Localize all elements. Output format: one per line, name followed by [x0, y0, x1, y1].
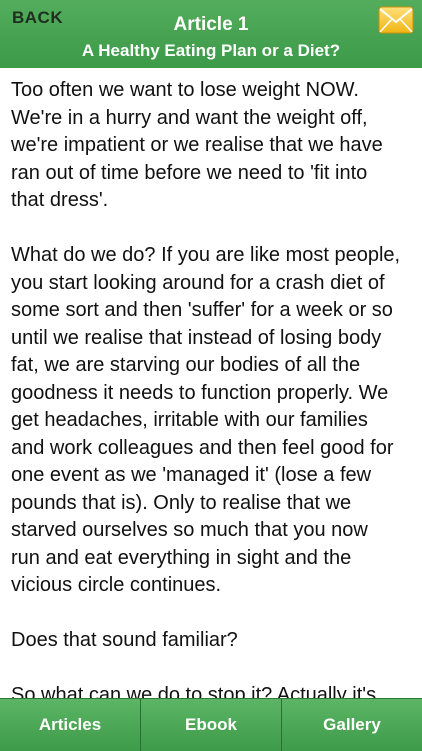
article-scroll-area[interactable]: Too often we want to lose weight NOW. We… [0, 68, 422, 698]
tab-articles[interactable]: Articles [0, 699, 141, 751]
article-title: Article 1 [173, 14, 249, 35]
tab-ebook[interactable]: Ebook [141, 699, 282, 751]
tab-gallery[interactable]: Gallery [282, 699, 422, 751]
article-body: Too often we want to lose weight NOW. We… [11, 79, 401, 698]
article-subtitle: A Healthy Eating Plan or a Diet? [81, 41, 341, 60]
envelope-icon[interactable] [378, 6, 414, 34]
header-bar: BACK Article 1 A Healthy Eating Plan or … [0, 0, 422, 68]
bottom-tab-bar: Articles Ebook Gallery [0, 698, 422, 751]
